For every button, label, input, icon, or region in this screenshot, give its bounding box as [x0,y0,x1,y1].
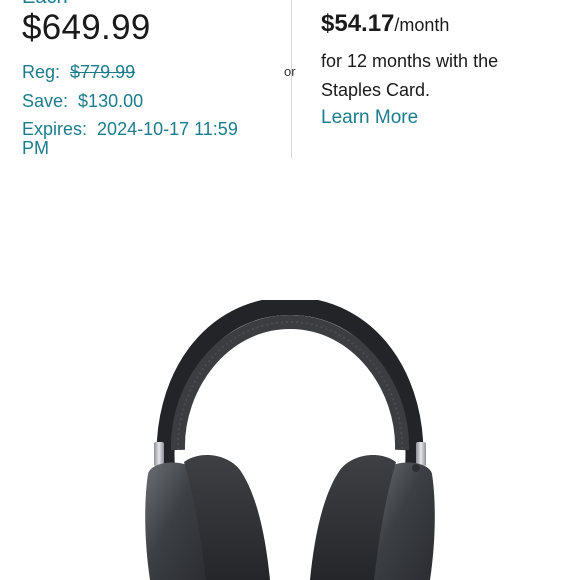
regular-price-row: Reg: $779.99 [22,62,135,82]
vertical-divider [291,0,292,158]
savings-row: Save: $130.00 [22,91,143,111]
monthly-period: /month [394,15,450,35]
expires-row: Expires: 2024-10-17 11:59 PM [22,120,262,158]
or-label: or [284,64,296,79]
regular-price-value: $779.99 [70,62,136,82]
financing-terms: for 12 months with the Staples Card. [321,51,499,100]
regular-price-label: Reg: [22,62,61,82]
monthly-payment: $54.17/month [321,10,449,38]
monthly-amount: $54.17 [321,10,395,37]
learn-more-link[interactable]: Learn More [321,107,418,129]
headphones-image[interactable] [140,300,440,580]
expires-label: Expires: [22,119,88,139]
savings-value: $130.00 [78,91,144,111]
sale-price: $649.99 [22,8,151,47]
savings-label: Save: [22,91,69,111]
